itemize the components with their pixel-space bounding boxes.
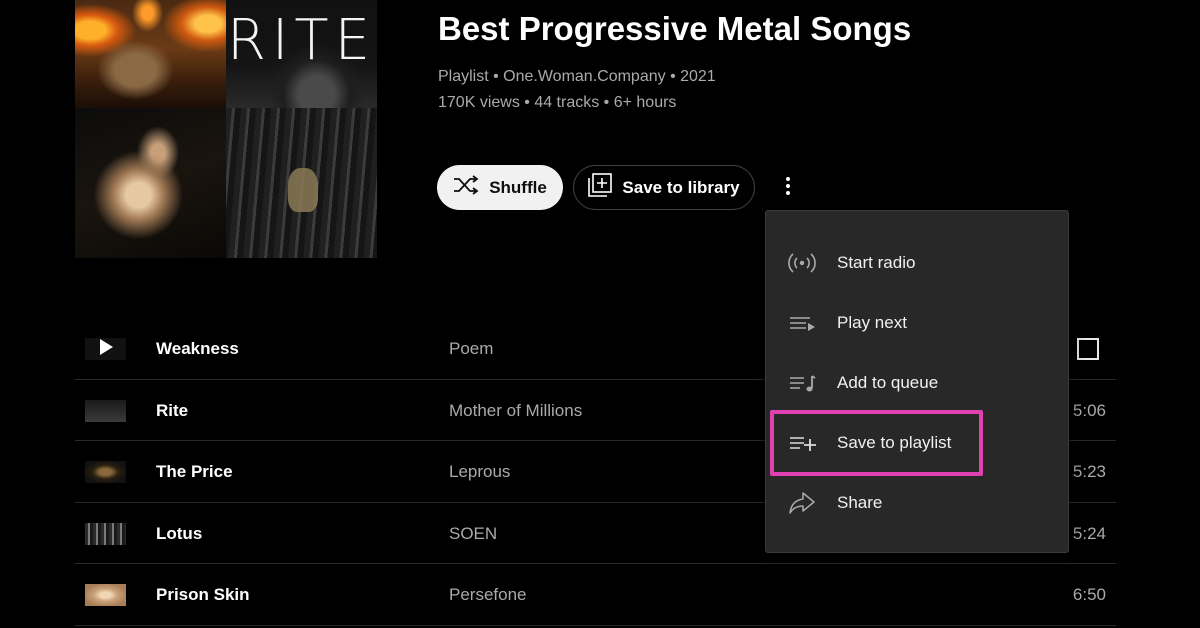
track-artist[interactable]: SOEN	[449, 524, 497, 544]
track-thumbnail	[85, 584, 126, 606]
track-duration: 5:24	[1072, 523, 1106, 543]
library-add-icon	[588, 173, 613, 202]
track-title[interactable]: Weakness	[156, 339, 239, 359]
play-icon	[99, 338, 113, 360]
menu-item-add-to-queue[interactable]: Add to queue	[766, 353, 1068, 413]
cover-rite-text: RITE	[226, 8, 376, 73]
track-duration: 6:50	[1072, 585, 1106, 604]
save-to-library-label: Save to library	[622, 177, 740, 197]
cover-forest-figure	[288, 168, 318, 212]
radio-icon	[788, 250, 816, 276]
playlist-meta-stats: 170K views • 44 tracks • 6+ hours	[438, 94, 677, 111]
menu-item-label: Share	[837, 493, 883, 512]
highlight-box	[770, 410, 983, 476]
track-select-checkbox[interactable]	[1077, 338, 1099, 360]
playlist-context-menu: Start radio Play next Add to queue Save …	[765, 210, 1069, 553]
menu-item-share[interactable]: Share	[766, 473, 1068, 533]
track-artist[interactable]: Mother of Millions	[449, 401, 582, 421]
menu-item-label: Play next	[837, 313, 907, 332]
share-icon	[788, 490, 816, 516]
track-title[interactable]: The Price	[156, 462, 233, 482]
save-to-library-button[interactable]: Save to library	[573, 165, 755, 210]
track-duration: 5:06	[1072, 400, 1106, 420]
add-to-queue-icon	[788, 370, 816, 396]
track-duration: 5:23	[1072, 462, 1106, 481]
track-title[interactable]: Prison Skin	[156, 585, 250, 605]
cover-tile-rite: RITE	[226, 0, 377, 108]
menu-item-start-radio[interactable]: Start radio	[766, 233, 1068, 293]
more-options-button[interactable]	[772, 172, 804, 204]
playlist-page: RITE Best Progressive Metal Songs Playli…	[0, 0, 1200, 628]
track-thumbnail	[85, 461, 126, 483]
menu-item-play-next[interactable]: Play next	[766, 293, 1068, 353]
track-artist[interactable]: Poem	[449, 339, 493, 359]
track-artist[interactable]: Leprous	[449, 462, 510, 482]
track-title[interactable]: Lotus	[156, 524, 202, 544]
track-thumbnail	[85, 399, 126, 422]
track-thumbnail	[85, 522, 126, 545]
track-thumbnail-play[interactable]	[85, 338, 126, 360]
shuffle-label: Shuffle	[489, 177, 547, 197]
playlist-title: Best Progressive Metal Songs	[438, 10, 912, 47]
menu-item-label: Add to queue	[837, 373, 939, 392]
cover-tile-forest	[226, 108, 377, 258]
cover-tile-fire	[75, 0, 226, 108]
more-vertical-icon	[785, 176, 791, 201]
menu-item-label: Start radio	[837, 253, 916, 272]
play-next-icon	[788, 310, 816, 336]
shuffle-button[interactable]: Shuffle	[437, 165, 563, 210]
shuffle-icon	[453, 175, 479, 200]
track-title[interactable]: Rite	[156, 401, 188, 421]
playlist-cover-art: RITE	[75, 0, 377, 258]
playlist-meta-owner: Playlist • One.Woman.Company • 2021	[438, 68, 716, 85]
track-artist[interactable]: Persefone	[449, 585, 527, 605]
cover-tile-dancer	[75, 108, 226, 258]
track-row[interactable]: Prison Skin Persefone 6:50	[75, 564, 1116, 626]
